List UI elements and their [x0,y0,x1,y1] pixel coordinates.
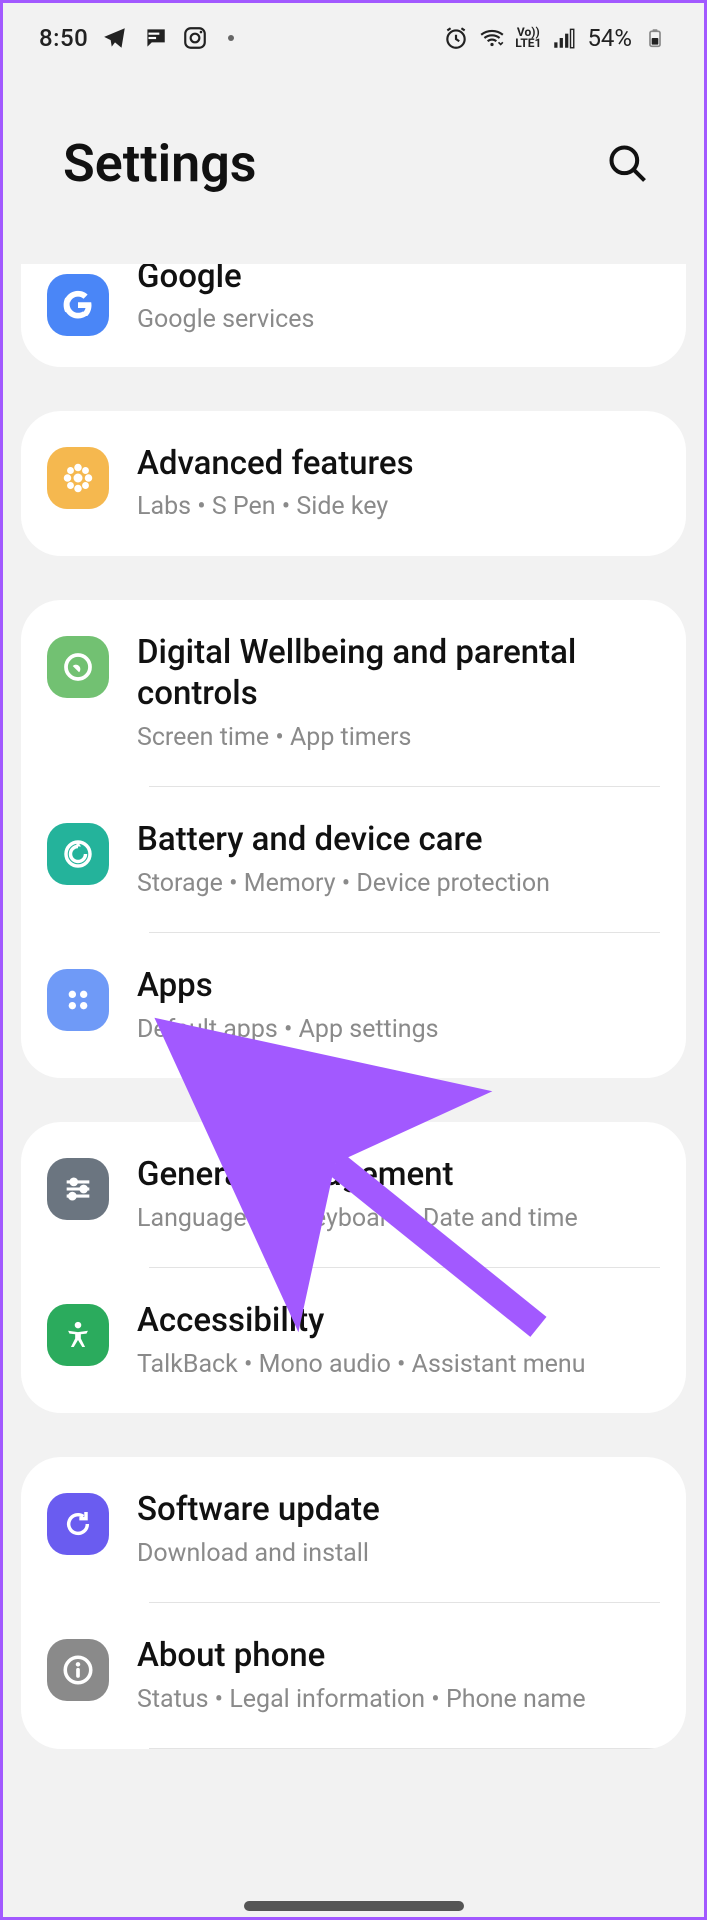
sliders-icon [47,1158,109,1220]
instagram-icon [182,25,208,51]
message-icon [142,25,168,51]
settings-group: Google Google services [21,264,686,367]
row-title: Apps [137,965,660,1006]
status-time: 8:50 [39,24,88,52]
update-icon [47,1493,109,1555]
google-icon [47,274,109,336]
battery-icon [642,25,668,51]
row-title: Battery and device care [137,819,660,860]
wellbeing-icon [47,636,109,698]
divider [149,1748,660,1749]
search-icon [606,142,650,186]
settings-row-software-update[interactable]: Software update Download and install [21,1457,686,1602]
settings-group: General management Language and keyboard… [21,1122,686,1413]
row-title: Digital Wellbeing and parental controls [137,632,660,715]
row-title: Google [137,264,660,297]
status-bar: 8:50 Vo))LTE1 54% [3,3,704,73]
info-icon [47,1639,109,1701]
row-title: Software update [137,1489,660,1530]
wifi-icon [479,25,505,51]
settings-group: Software update Download and install Abo… [21,1457,686,1749]
gear-flower-icon [47,447,109,509]
row-subtitle: Storage • Memory • Device protection [137,867,660,901]
settings-row-general-management[interactable]: General management Language and keyboard… [21,1122,686,1267]
settings-row-accessibility[interactable]: Accessibility TalkBack • Mono audio • As… [21,1268,686,1413]
alarm-icon [443,25,469,51]
row-subtitle: Google services [137,303,660,337]
row-subtitle: Download and install [137,1537,660,1571]
apps-icon [47,969,109,1031]
row-subtitle: Labs • S Pen • Side key [137,490,660,524]
settings-row-device-care[interactable]: Battery and device care Storage • Memory… [21,787,686,932]
settings-group: Digital Wellbeing and parental controls … [21,600,686,1078]
home-pill[interactable] [244,1901,464,1911]
settings-group: Advanced features Labs • S Pen • Side ke… [21,411,686,556]
row-title: Advanced features [137,443,660,484]
device-care-icon [47,823,109,885]
search-button[interactable] [602,138,654,190]
settings-row-about-phone[interactable]: About phone Status • Legal information •… [21,1603,686,1748]
row-subtitle: Language and keyboard • Date and time [137,1202,660,1236]
row-subtitle: Status • Legal information • Phone name [137,1683,660,1717]
settings-row-apps[interactable]: Apps Default apps • App settings [21,933,686,1078]
row-title: Accessibility [137,1300,660,1341]
nav-bar[interactable] [3,1901,704,1911]
settings-row-google[interactable]: Google Google services [21,264,686,367]
lte-indicator: Vo))LTE1 [515,27,541,49]
settings-row-digital-wellbeing[interactable]: Digital Wellbeing and parental controls … [21,600,686,786]
row-subtitle: Default apps • App settings [137,1013,660,1047]
accessibility-icon [47,1304,109,1366]
row-title: About phone [137,1635,660,1676]
telegram-icon [102,25,128,51]
row-subtitle: Screen time • App timers [137,721,660,755]
settings-row-advanced-features[interactable]: Advanced features Labs • S Pen • Side ke… [21,411,686,556]
more-notifications-dot [228,35,234,41]
battery-percent: 54% [587,24,632,52]
row-subtitle: TalkBack • Mono audio • Assistant menu [137,1348,660,1382]
row-title: General management [137,1154,660,1195]
settings-list[interactable]: Google Google services Advanced features… [3,264,704,1799]
signal-icon [551,25,577,51]
page-title: Settings [63,133,257,194]
header: Settings [3,73,704,264]
